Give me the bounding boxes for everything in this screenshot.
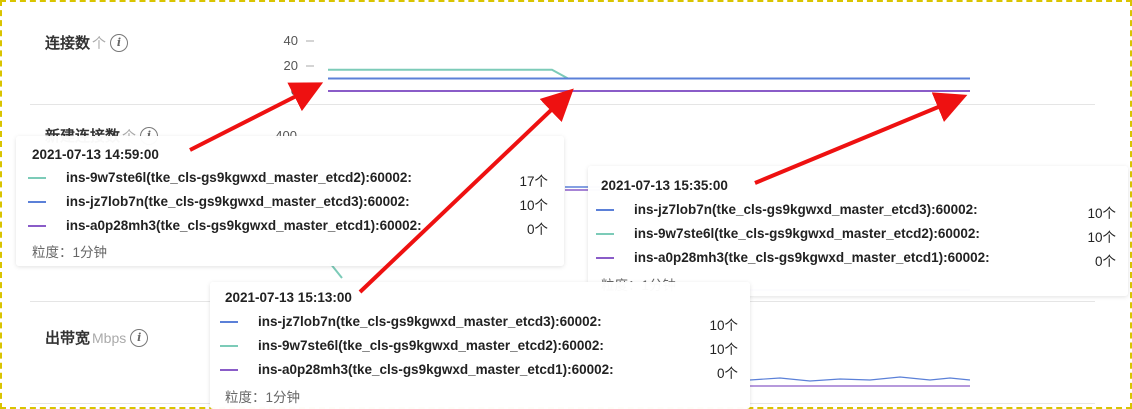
- arrow-1459: [189, 82, 324, 152]
- annotation-arrows: [189, 82, 968, 294]
- arrow-1535: [754, 92, 968, 185]
- arrow-1513: [358, 88, 574, 294]
